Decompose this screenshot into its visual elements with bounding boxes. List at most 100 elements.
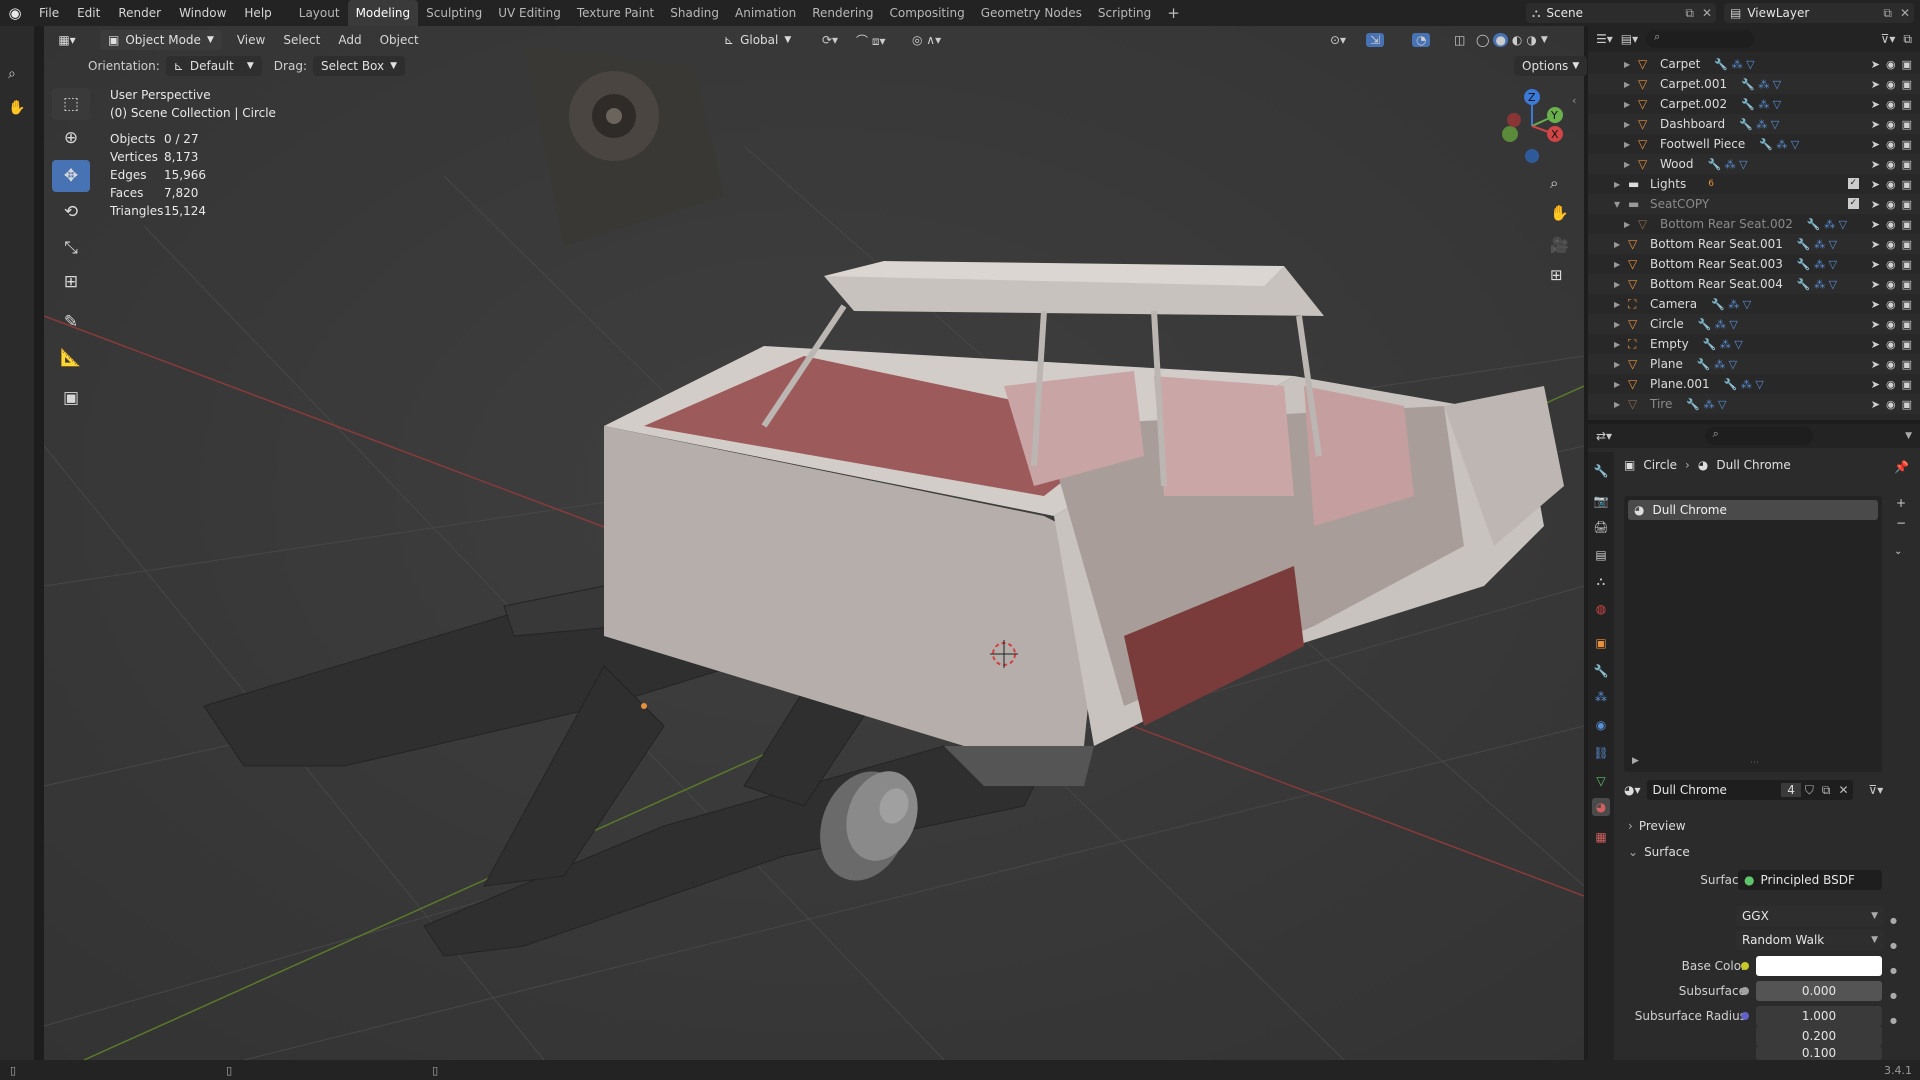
float-socket-icon[interactable] bbox=[1741, 987, 1749, 995]
camera-icon[interactable]: ▣ bbox=[1902, 158, 1912, 171]
tab-animation[interactable]: Animation bbox=[727, 0, 804, 26]
surface-shader-field[interactable]: ● Principled BSDF bbox=[1738, 870, 1882, 890]
wireframe-shading-icon[interactable]: ◯ bbox=[1476, 33, 1489, 47]
exclude-checkbox[interactable]: ✓ bbox=[1847, 197, 1859, 209]
outliner-item[interactable]: ▶ ▽ Carpet.001 🔧 ⁂ ▽ ➤ ◉ ▣ bbox=[1588, 74, 1920, 94]
scene-tab-icon[interactable]: ⛬ bbox=[1592, 572, 1610, 590]
fake-user-icon[interactable]: ⛉ bbox=[1801, 783, 1818, 798]
select-arrow-icon[interactable]: ➤ bbox=[1871, 278, 1880, 291]
camera-icon[interactable]: ▣ bbox=[1902, 238, 1912, 251]
eye-icon[interactable]: ◉ bbox=[1886, 338, 1896, 351]
subsurface-radius-y[interactable]: 0.200 bbox=[1756, 1026, 1882, 1046]
eye-icon[interactable]: ◉ bbox=[1886, 238, 1896, 251]
transform-orientation[interactable]: ⊾ Global ▼ bbox=[724, 33, 791, 47]
navigation-gizmo[interactable]: Z Y X bbox=[1498, 86, 1568, 172]
select-arrow-icon[interactable]: ➤ bbox=[1871, 138, 1880, 151]
select-arrow-icon[interactable]: ➤ bbox=[1871, 258, 1880, 271]
chevron-right-icon[interactable]: ▶ bbox=[1614, 320, 1628, 329]
data-tab-icon[interactable]: ▽ bbox=[1592, 772, 1610, 790]
particles-tab-icon[interactable]: ⁂ bbox=[1592, 688, 1610, 706]
constraints-tab-icon[interactable]: ⛓ bbox=[1592, 744, 1610, 762]
vector-socket-icon[interactable] bbox=[1741, 1012, 1749, 1020]
zoom-view-icon[interactable]: ⌕ bbox=[8, 66, 16, 82]
new-view-layer-icon[interactable]: ⧉ bbox=[1879, 6, 1896, 21]
material-name-field[interactable]: Dull Chrome 4 ⛉ ⧉ ✕ bbox=[1646, 780, 1853, 800]
select-arrow-icon[interactable]: ➤ bbox=[1871, 118, 1880, 131]
camera-icon[interactable]: ▣ bbox=[1902, 318, 1912, 331]
select-arrow-icon[interactable]: ➤ bbox=[1871, 58, 1880, 71]
resize-grip-icon[interactable]: ⋯ bbox=[1750, 758, 1759, 768]
properties-editor-icon[interactable]: ⇄▾ bbox=[1596, 429, 1612, 443]
remove-slot-icon[interactable]: − bbox=[1896, 516, 1906, 530]
eye-icon[interactable]: ◉ bbox=[1886, 398, 1896, 411]
subsurface-field[interactable]: 0.000 bbox=[1756, 981, 1882, 1001]
pan-view-icon[interactable]: ✋ bbox=[1550, 204, 1569, 222]
keyframe-dot-icon[interactable]: ● bbox=[1890, 933, 1897, 958]
unlink-material-icon[interactable]: ✕ bbox=[1834, 783, 1852, 797]
outliner-search-input[interactable]: ⌕ bbox=[1646, 30, 1755, 48]
eye-icon[interactable]: ◉ bbox=[1886, 158, 1896, 171]
viewport-menu-object[interactable]: Object bbox=[371, 27, 428, 53]
gizmo-toggle-icon[interactable]: ⇲ bbox=[1366, 33, 1385, 47]
tab-scripting[interactable]: Scripting bbox=[1090, 0, 1159, 26]
move-tool[interactable]: ✥ bbox=[52, 160, 90, 192]
render-tab-icon[interactable]: 📷 bbox=[1592, 492, 1610, 510]
tab-layout[interactable]: Layout bbox=[291, 0, 348, 26]
ortho-toggle-icon[interactable]: ⊞ bbox=[1550, 266, 1563, 284]
properties-search-input[interactable]: ⌕ bbox=[1704, 427, 1813, 445]
material-tab-icon[interactable]: ◕ bbox=[1592, 798, 1610, 816]
slot-specials-icon[interactable]: ⌄ bbox=[1894, 546, 1902, 557]
new-collection-icon[interactable]: ⧉ bbox=[1903, 32, 1912, 47]
camera-icon[interactable]: ▣ bbox=[1902, 78, 1912, 91]
outliner-item[interactable]: ▶ ⛶ Camera 🔧 ⁂ ▽ ➤ ◉ ▣ bbox=[1588, 294, 1920, 314]
measure-tool[interactable]: 📐 bbox=[52, 342, 90, 374]
material-slot-item[interactable]: ◕ Dull Chrome bbox=[1628, 500, 1878, 520]
camera-icon[interactable]: ▣ bbox=[1902, 98, 1912, 111]
surface-panel-header[interactable]: ⌄ Surface bbox=[1628, 841, 1908, 863]
chevron-down-icon[interactable]: ▼ bbox=[1541, 35, 1548, 45]
select-arrow-icon[interactable]: ➤ bbox=[1871, 358, 1880, 371]
preview-panel-header[interactable]: › Preview bbox=[1628, 815, 1908, 837]
camera-icon[interactable]: ▣ bbox=[1902, 118, 1912, 131]
base-color-swatch[interactable] bbox=[1756, 956, 1882, 976]
camera-icon[interactable]: ▣ bbox=[1902, 258, 1912, 271]
select-arrow-icon[interactable]: ➤ bbox=[1871, 318, 1880, 331]
outliner-item[interactable]: ▶ ▽ Tire 🔧 ⁂ ▽ ➤ ◉ ▣ bbox=[1588, 394, 1920, 414]
chevron-right-icon[interactable]: ▶ bbox=[1614, 360, 1628, 369]
modifier-tab-icon[interactable]: 🔧 bbox=[1592, 662, 1610, 680]
chevron-right-icon[interactable]: ▶ bbox=[1624, 220, 1638, 229]
outliner-editor-icon[interactable]: ☰▾ bbox=[1596, 32, 1613, 46]
outliner-item[interactable]: ▶ ▽ Footwell Piece 🔧 ⁂ ▽ ➤ ◉ ▣ bbox=[1588, 134, 1920, 154]
keyframe-dot-icon[interactable]: ● bbox=[1890, 908, 1897, 933]
pan-hand-icon[interactable]: ✋ bbox=[8, 100, 25, 116]
duplicate-material-icon[interactable]: ⧉ bbox=[1818, 783, 1835, 798]
chevron-right-icon[interactable]: ▶ bbox=[1614, 240, 1628, 249]
options-button[interactable]: Options ▼ bbox=[1514, 56, 1588, 76]
orientation-dropdown[interactable]: ⊾ Default ▼ bbox=[165, 56, 262, 76]
color-socket-icon[interactable] bbox=[1741, 962, 1749, 970]
subsurface-radius-z[interactable]: 0.100 bbox=[1756, 1046, 1882, 1060]
new-scene-icon[interactable]: ⧉ bbox=[1681, 6, 1698, 21]
chevron-right-icon[interactable]: ▶ bbox=[1614, 300, 1628, 309]
outliner-item[interactable]: ▶ ▽ Circle 🔧 ⁂ ▽ ➤ ◉ ▣ bbox=[1588, 314, 1920, 334]
camera-icon[interactable]: ▣ bbox=[1902, 338, 1912, 351]
keyframe-dot-icon[interactable]: ● bbox=[1890, 958, 1897, 983]
overlay-toggle-icon[interactable]: ◔ bbox=[1412, 33, 1431, 47]
outliner-item[interactable]: ▶ ▽ Carpet.002 🔧 ⁂ ▽ ➤ ◉ ▣ bbox=[1588, 94, 1920, 114]
rotate-tool[interactable]: ⟲ bbox=[52, 196, 90, 228]
chevron-right-icon[interactable]: ▶ bbox=[1614, 340, 1628, 349]
outliner-item[interactable]: ▼ ▬ SeatCOPY ✓ ➤ ◉ ▣ bbox=[1588, 194, 1920, 214]
blender-logo-icon[interactable]: ◉ bbox=[0, 0, 30, 26]
camera-icon[interactable]: ▣ bbox=[1902, 378, 1912, 391]
exclude-checkbox[interactable]: ✓ bbox=[1847, 177, 1859, 189]
tab-shading[interactable]: Shading bbox=[662, 0, 727, 26]
world-tab-icon[interactable]: ◍ bbox=[1592, 600, 1610, 618]
subsurface-radius-x[interactable]: 1.000 bbox=[1756, 1006, 1882, 1026]
eye-icon[interactable]: ◉ bbox=[1886, 78, 1896, 91]
pivot-icon[interactable]: ⟳▾ bbox=[822, 33, 838, 47]
eye-icon[interactable]: ◉ bbox=[1886, 278, 1896, 291]
snap-icon[interactable]: ⌒ ⧈▾ bbox=[856, 32, 885, 49]
chevron-right-icon[interactable]: ▶ bbox=[1624, 100, 1638, 109]
add-workspace-icon[interactable]: + bbox=[1159, 4, 1188, 22]
annotate-tool[interactable]: ✎ bbox=[52, 306, 90, 338]
